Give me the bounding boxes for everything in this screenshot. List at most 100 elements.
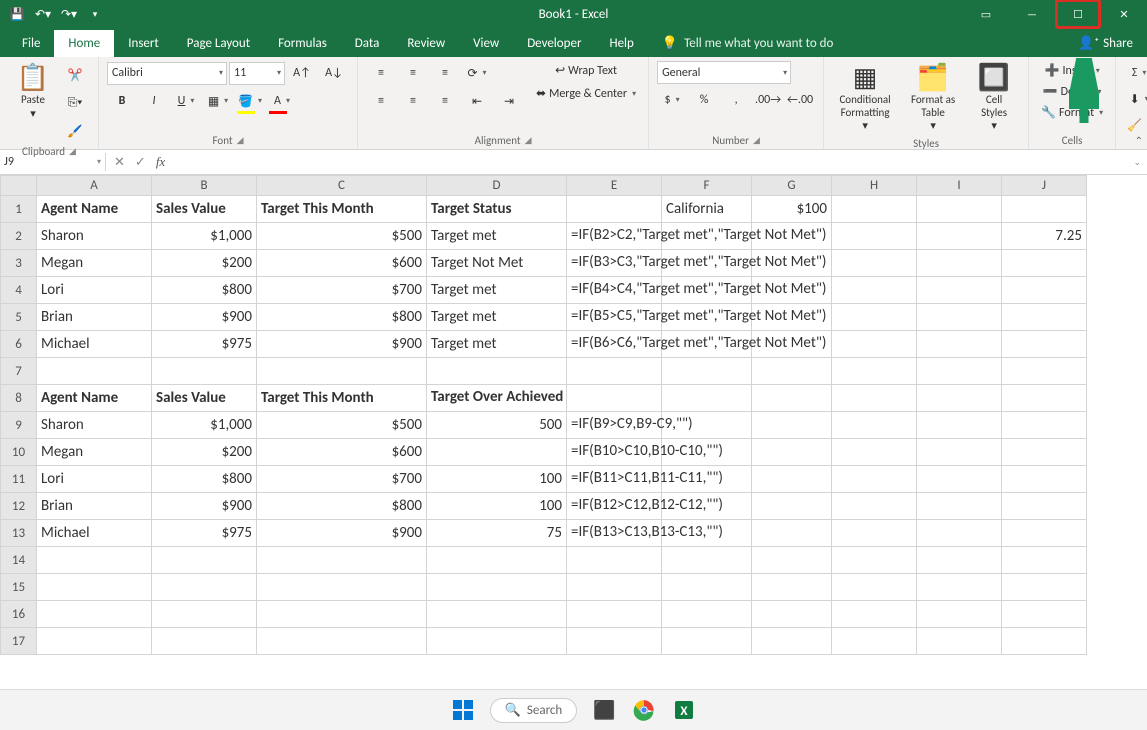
cell-D2[interactable]: Target met <box>427 223 567 250</box>
cell-J8[interactable] <box>1002 385 1087 412</box>
cell-G9[interactable] <box>752 412 832 439</box>
column-header-G[interactable]: G <box>752 176 832 196</box>
cell-D8[interactable]: Target Over Achieved <box>427 385 567 412</box>
cell-J11[interactable] <box>1002 466 1087 493</box>
cell-I3[interactable] <box>917 250 1002 277</box>
row-header-13[interactable]: 13 <box>1 520 37 547</box>
cell-I4[interactable] <box>917 277 1002 304</box>
fill-color-button[interactable]: 🪣▾ <box>235 89 265 113</box>
worksheet-grid[interactable]: ABCDEFGHIJ1Agent NameSales ValueTarget T… <box>0 175 1147 690</box>
tab-data[interactable]: Data <box>341 30 394 57</box>
cell-B15[interactable] <box>152 574 257 601</box>
increase-decimal-button[interactable]: .00→ <box>753 88 783 112</box>
copy-button[interactable]: ⎘▾ <box>60 91 90 115</box>
cell-C1[interactable]: Target This Month <box>257 196 427 223</box>
cell-B10[interactable]: $200 <box>152 439 257 466</box>
cell-B1[interactable]: Sales Value <box>152 196 257 223</box>
increase-font-button[interactable]: A↑ <box>287 61 317 85</box>
cell-A7[interactable] <box>37 358 152 385</box>
cell-B16[interactable] <box>152 601 257 628</box>
cell-A15[interactable] <box>37 574 152 601</box>
align-right-button[interactable]: ≡ <box>430 89 460 113</box>
cell-D6[interactable]: Target met <box>427 331 567 358</box>
row-header-15[interactable]: 15 <box>1 574 37 601</box>
tab-insert[interactable]: Insert <box>114 30 173 57</box>
cell-B6[interactable]: $975 <box>152 331 257 358</box>
row-header-10[interactable]: 10 <box>1 439 37 466</box>
format-painter-button[interactable]: 🖌️ <box>60 119 90 143</box>
cell-E14[interactable] <box>567 547 662 574</box>
row-header-17[interactable]: 17 <box>1 628 37 655</box>
save-icon[interactable]: 💾 <box>8 5 26 23</box>
cell-C9[interactable]: $500 <box>257 412 427 439</box>
cell-G8[interactable] <box>752 385 832 412</box>
cell-J4[interactable] <box>1002 277 1087 304</box>
decrease-indent-button[interactable]: ⇤ <box>462 89 492 113</box>
cell-D9[interactable]: 500 <box>427 412 567 439</box>
cell-J13[interactable] <box>1002 520 1087 547</box>
align-middle-button[interactable]: ≡ <box>398 61 428 85</box>
cell-A9[interactable]: Sharon <box>37 412 152 439</box>
cell-C15[interactable] <box>257 574 427 601</box>
cell-E4[interactable]: =IF(B4>C4,"Target met","Target Not Met") <box>567 277 662 304</box>
tab-review[interactable]: Review <box>393 30 459 57</box>
cell-D15[interactable] <box>427 574 567 601</box>
cell-E12[interactable]: =IF(B12>C12,B12-C12,"") <box>567 493 662 520</box>
cell-D13[interactable]: 75 <box>427 520 567 547</box>
cell-A17[interactable] <box>37 628 152 655</box>
cell-A1[interactable]: Agent Name <box>37 196 152 223</box>
cell-G7[interactable] <box>752 358 832 385</box>
cell-B8[interactable]: Sales Value <box>152 385 257 412</box>
cell-C6[interactable]: $900 <box>257 331 427 358</box>
decrease-font-button[interactable]: A↓ <box>319 61 349 85</box>
cell-styles-button[interactable]: 🔲Cell Styles▾ <box>968 61 1020 135</box>
merge-center-button[interactable]: ⬌Merge & Center▾ <box>532 84 640 103</box>
cell-J7[interactable] <box>1002 358 1087 385</box>
fill-button[interactable]: ⬇▾ <box>1124 87 1147 111</box>
cell-C17[interactable] <box>257 628 427 655</box>
cell-H7[interactable] <box>832 358 917 385</box>
cell-G15[interactable] <box>752 574 832 601</box>
cell-E1[interactable] <box>567 196 662 223</box>
cell-H15[interactable] <box>832 574 917 601</box>
paste-button[interactable]: 📋 Paste ▾ <box>8 61 58 122</box>
column-header-F[interactable]: F <box>662 176 752 196</box>
cell-F17[interactable] <box>662 628 752 655</box>
tab-help[interactable]: Help <box>595 30 647 57</box>
cell-B12[interactable]: $900 <box>152 493 257 520</box>
row-header-8[interactable]: 8 <box>1 385 37 412</box>
align-bottom-button[interactable]: ≡ <box>430 61 460 85</box>
align-left-button[interactable]: ≡ <box>366 89 396 113</box>
cell-D12[interactable]: 100 <box>427 493 567 520</box>
cell-I1[interactable] <box>917 196 1002 223</box>
cell-A14[interactable] <box>37 547 152 574</box>
cell-H13[interactable] <box>832 520 917 547</box>
font-color-button[interactable]: A▾ <box>267 89 297 113</box>
chrome-icon[interactable] <box>631 697 657 723</box>
cell-G16[interactable] <box>752 601 832 628</box>
minimize-button[interactable]: — <box>1009 0 1055 28</box>
cell-A5[interactable]: Brian <box>37 304 152 331</box>
underline-button[interactable]: U▾ <box>171 89 201 113</box>
cell-D7[interactable] <box>427 358 567 385</box>
cell-G13[interactable] <box>752 520 832 547</box>
column-header-A[interactable]: A <box>37 176 152 196</box>
tab-developer[interactable]: Developer <box>513 30 595 57</box>
cell-G14[interactable] <box>752 547 832 574</box>
cell-B9[interactable]: $1,000 <box>152 412 257 439</box>
row-header-12[interactable]: 12 <box>1 493 37 520</box>
cell-I12[interactable] <box>917 493 1002 520</box>
cell-D4[interactable]: Target met <box>427 277 567 304</box>
row-header-7[interactable]: 7 <box>1 358 37 385</box>
cell-D17[interactable] <box>427 628 567 655</box>
row-header-3[interactable]: 3 <box>1 250 37 277</box>
cell-G1[interactable]: $100 <box>752 196 832 223</box>
row-header-2[interactable]: 2 <box>1 223 37 250</box>
cancel-formula-button[interactable]: ✕ <box>114 155 125 170</box>
share-button[interactable]: 👤⁺ Share <box>1064 30 1147 57</box>
cell-C11[interactable]: $700 <box>257 466 427 493</box>
comma-format-button[interactable]: , <box>721 88 751 112</box>
tell-me-search[interactable]: 💡 Tell me what you want to do <box>648 30 848 57</box>
cell-J15[interactable] <box>1002 574 1087 601</box>
row-header-11[interactable]: 11 <box>1 466 37 493</box>
